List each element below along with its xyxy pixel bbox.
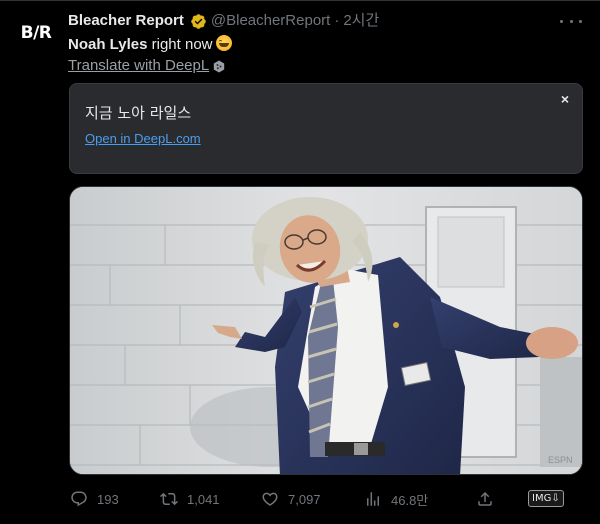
brand-logo: B/R: [20, 23, 52, 43]
open-in-deepl-link[interactable]: Open in DeepL.com: [85, 131, 201, 146]
like-button[interactable]: 7,097: [261, 490, 321, 508]
separator-dot: ·: [334, 12, 340, 29]
share-button[interactable]: [476, 490, 494, 508]
tweet-text: Noah Lyles right now: [68, 35, 232, 55]
reply-icon: [71, 491, 87, 507]
views-button[interactable]: 46.8만: [364, 490, 428, 509]
reply-button[interactable]: 193: [70, 490, 119, 508]
retweet-button[interactable]: 1,041: [160, 490, 220, 508]
img-badge-label[interactable]: IMG: [532, 493, 551, 504]
download-icon: ⇩: [551, 493, 560, 504]
media-watermark: ESPN: [548, 455, 573, 465]
tweet-actions-bar: 193 1,041 7,097 46.8만 IMG⇩: [68, 487, 578, 511]
reply-count: 193: [97, 491, 119, 507]
deepl-translation-panel: × 지금 노아 라일스 Open in DeepL.com: [69, 83, 583, 174]
share-icon: [478, 491, 492, 506]
more-options-icon[interactable]: [560, 13, 582, 29]
deepl-logo-icon: [213, 60, 225, 73]
translate-with-deepl-link[interactable]: Translate with DeepL: [68, 57, 225, 75]
tweet-media-image[interactable]: ESPN: [69, 186, 583, 475]
heart-icon: [262, 492, 278, 506]
verified-badge-icon: [190, 13, 207, 30]
mentioned-name: Noah Lyles: [68, 36, 148, 53]
tweet-text-rest: right now: [147, 36, 213, 53]
timestamp[interactable]: 2시간: [343, 11, 379, 31]
translated-text: 지금 노아 라일스: [85, 104, 192, 122]
like-count: 7,097: [288, 491, 321, 507]
tweet[interactable]: B/R Bleacher Report @BleacherReport · 2시…: [0, 0, 600, 524]
retweet-count: 1,041: [187, 491, 220, 507]
img-extension-badge[interactable]: IMG⇩: [528, 490, 564, 507]
views-count: 46.8만: [391, 492, 429, 508]
views-chart-icon: [367, 492, 379, 506]
display-name[interactable]: Bleacher Report: [68, 11, 184, 31]
user-handle[interactable]: @BleacherReport: [211, 11, 330, 31]
grinning-sweat-emoji-icon: [215, 35, 232, 51]
close-icon[interactable]: ×: [558, 92, 572, 106]
media-illustration: ESPN: [70, 187, 582, 474]
retweet-icon: [160, 492, 178, 506]
tweet-header: Bleacher Report @BleacherReport · 2시간: [68, 11, 560, 31]
avatar[interactable]: B/R: [14, 11, 58, 55]
translate-link-label[interactable]: Translate with DeepL: [68, 57, 209, 75]
